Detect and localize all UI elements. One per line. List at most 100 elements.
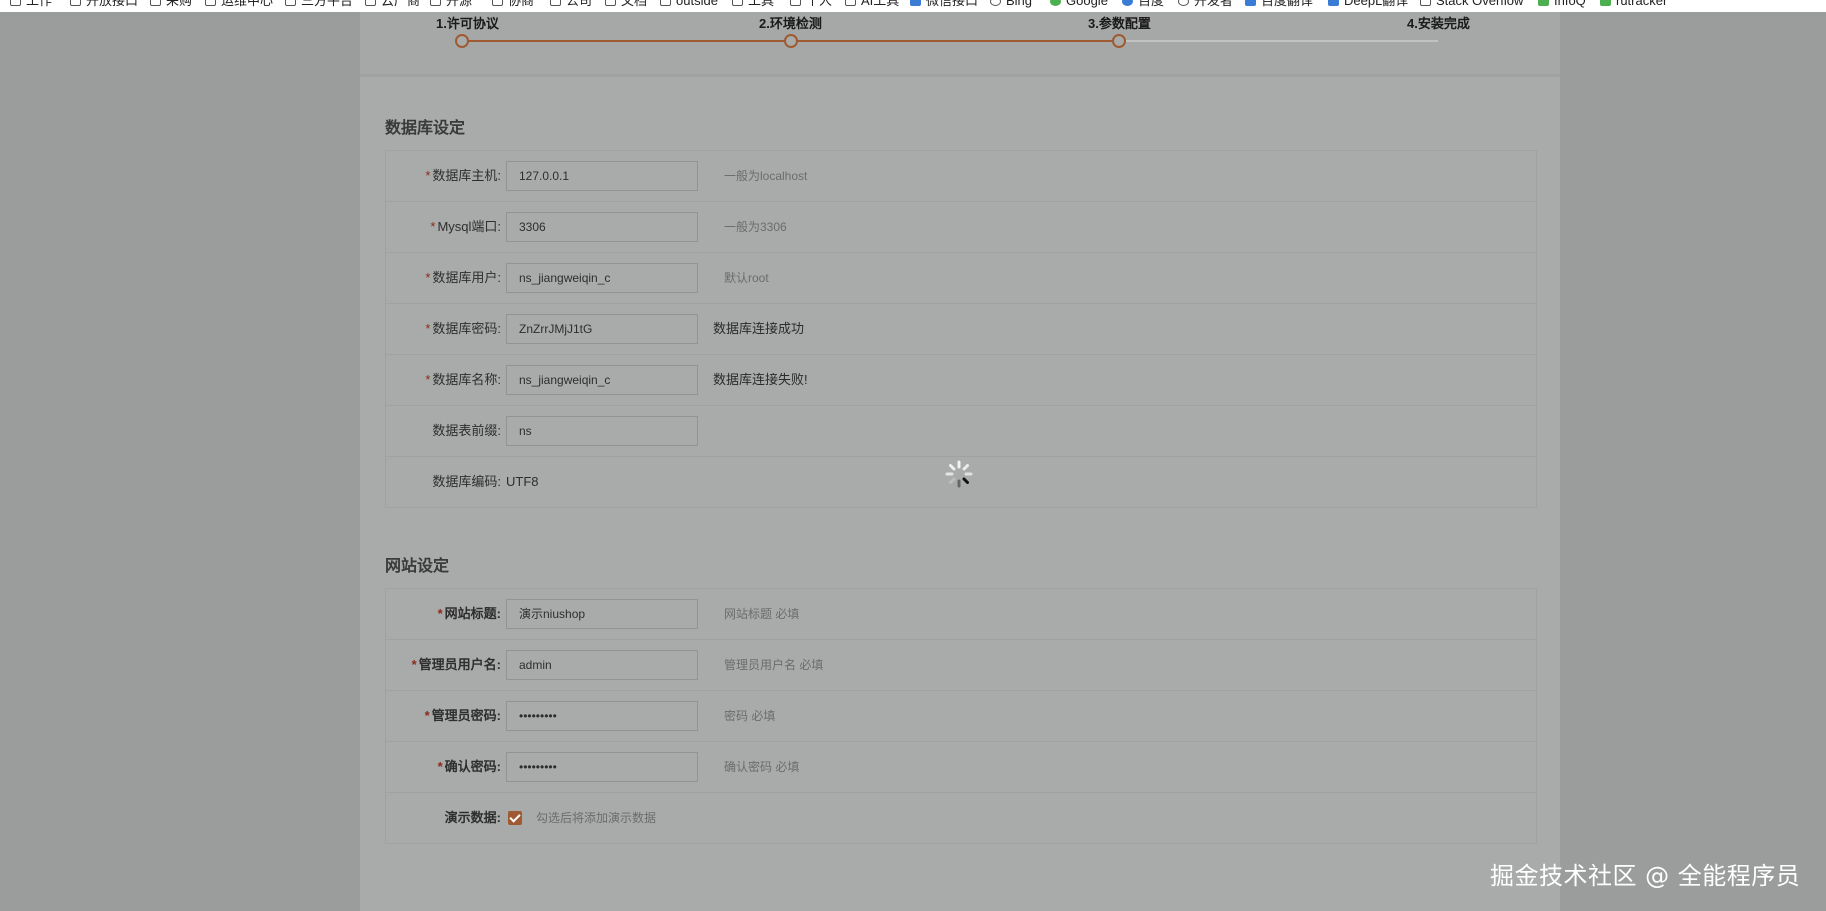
required-mark: * [437,759,443,774]
bookmark-item[interactable]: InfoQ [1538,0,1586,8]
site-icon [910,0,921,6]
db-host-input[interactable]: 127.0.0.1 [506,161,698,191]
bing-icon [990,0,1001,6]
folder-icon [550,0,561,6]
bookmark-item[interactable]: 开发者 [1178,0,1233,8]
bookmark-item[interactable]: 文档 [605,0,647,8]
site-section-title: 网站设定 [385,558,450,575]
bookmark-item[interactable]: Google [1050,0,1108,8]
bookmark-item[interactable]: 协商 [492,0,534,8]
admin-password-label: 管理员密码: [431,708,501,723]
folder-icon [10,0,21,6]
watermark: 掘金技术社区 @ 全能程序员 [1490,862,1801,890]
required-mark: * [424,708,430,723]
db-password-status: 数据库连接成功 [713,321,805,336]
bookmark-item[interactable]: 三方平台 [285,0,353,8]
folder-icon [205,0,216,6]
bookmark-item[interactable]: 采购 [150,0,192,8]
db-name-label: 数据库名称: [432,372,501,387]
db-user-row: * 数据库用户: ns_jiangweiqin_c 默认root [386,253,1536,304]
admin-user-input[interactable]: admin [506,650,698,680]
admin-password-input[interactable]: ••••••••• [506,701,698,731]
site-title-row: * 网站标题: 演示niushop 网站标题 必填 [386,589,1536,640]
folder-icon [430,0,441,6]
db-name-status: 数据库连接失败! [713,372,808,387]
db-port-label: Mysql端口: [437,219,501,234]
required-mark: * [425,372,431,387]
site-form: * 网站标题: 演示niushop 网站标题 必填 * 管理员用户名: admin … [385,588,1537,844]
bookmark-item[interactable]: 开放接口 [70,0,138,8]
db-port-row: * Mysql端口: 3306 一般为3306 [386,202,1536,253]
db-name-input[interactable]: ns_jiangweiqin_c [506,365,698,395]
required-mark: * [425,270,431,285]
progress-track-pending [1118,40,1438,42]
folder-icon [790,0,801,6]
bookmark-item[interactable]: 公司 [550,0,592,8]
confirm-password-label: 确认密码: [444,759,501,774]
step-env-check: 2.环境检测 [759,16,822,31]
bookmark-item[interactable]: DeepL翻译 [1328,0,1408,8]
db-host-row: * 数据库主机: 127.0.0.1 一般为localhost [386,151,1536,202]
required-mark: * [430,219,436,234]
admin-password-hint: 密码 必填 [724,709,776,723]
bookmark-item[interactable]: 百度 [1122,0,1164,8]
required-mark: * [425,321,431,336]
bookmark-item[interactable]: rutracker [1600,0,1667,8]
baidu-icon [1122,0,1133,6]
required-mark: * [437,606,443,621]
site-icon [1245,0,1256,6]
bookmark-item[interactable]: Stack Overflow [1420,0,1523,8]
required-mark: * [411,657,417,672]
db-prefix-label: 数据表前缀: [432,423,501,438]
step-license: 1.许可协议 [436,16,499,31]
folder-icon [365,0,376,6]
site-title-label: 网站标题: [444,606,501,621]
db-charset-label: 数据库编码: [432,474,501,489]
demo-data-label: 演示数据: [444,810,501,825]
required-mark: * [425,168,431,183]
folder-icon [150,0,161,6]
demo-data-checkbox[interactable] [508,811,522,825]
bookmarks-bar: 工作 开放接口 采购 运维中心 三方平台 云产商 开源 协商 公司 文档 out… [0,0,1826,12]
db-charset-value: UTF8 [506,474,539,489]
db-user-input[interactable]: ns_jiangweiqin_c [506,263,698,293]
bookmark-item[interactable]: outside [660,0,718,8]
step-marker [455,34,469,48]
db-host-hint: 一般为localhost [724,169,808,183]
bookmark-item[interactable]: 工具 [732,0,774,8]
db-name-row: * 数据库名称: ns_jiangweiqin_c 数据库连接失败! [386,355,1536,406]
confirm-password-hint: 确认密码 必填 [724,760,800,774]
folder-icon [732,0,743,6]
bookmark-item[interactable]: 运维中心 [205,0,273,8]
loading-spinner-icon [945,460,973,488]
database-form: * 数据库主机: 127.0.0.1 一般为localhost * Mysql端口:… [385,150,1537,508]
db-prefix-row: 数据表前缀: ns [386,406,1536,457]
db-user-label: 数据库用户: [432,270,501,285]
confirm-password-input[interactable]: ••••••••• [506,752,698,782]
demo-data-hint: 勾选后将添加演示数据 [536,811,657,825]
bookmark-item[interactable]: 工作 [10,0,52,8]
bookmark-item[interactable]: 百度翻译 [1245,0,1313,8]
db-prefix-input[interactable]: ns [506,416,698,446]
confirm-password-row: * 确认密码: ••••••••• 确认密码 必填 [386,742,1536,793]
bookmark-item[interactable]: 云产商 [365,0,420,8]
stackoverflow-icon [1420,0,1431,6]
bookmark-item[interactable]: 开源 [430,0,472,8]
folder-icon [845,0,856,6]
folder-icon [285,0,296,6]
deepl-icon [1328,0,1339,6]
folder-icon [605,0,616,6]
db-user-hint: 默认root [724,271,769,285]
bookmark-item[interactable]: 微信接口 [910,0,978,8]
bookmark-item[interactable]: AI工具 [845,0,899,8]
db-password-input[interactable]: ZnZrrJMjJ1tG [506,314,698,344]
db-port-input[interactable]: 3306 [506,212,698,242]
demo-data-row: 演示数据: 勾选后将添加演示数据 [386,793,1536,843]
folder-icon [660,0,671,6]
folder-icon [492,0,503,6]
site-title-input[interactable]: 演示niushop [506,599,698,629]
bookmark-item[interactable]: Bing [990,0,1032,8]
step-complete: 4.安装完成 [1407,16,1470,31]
bookmark-item[interactable]: 个人 [790,0,832,8]
folder-icon [70,0,81,6]
